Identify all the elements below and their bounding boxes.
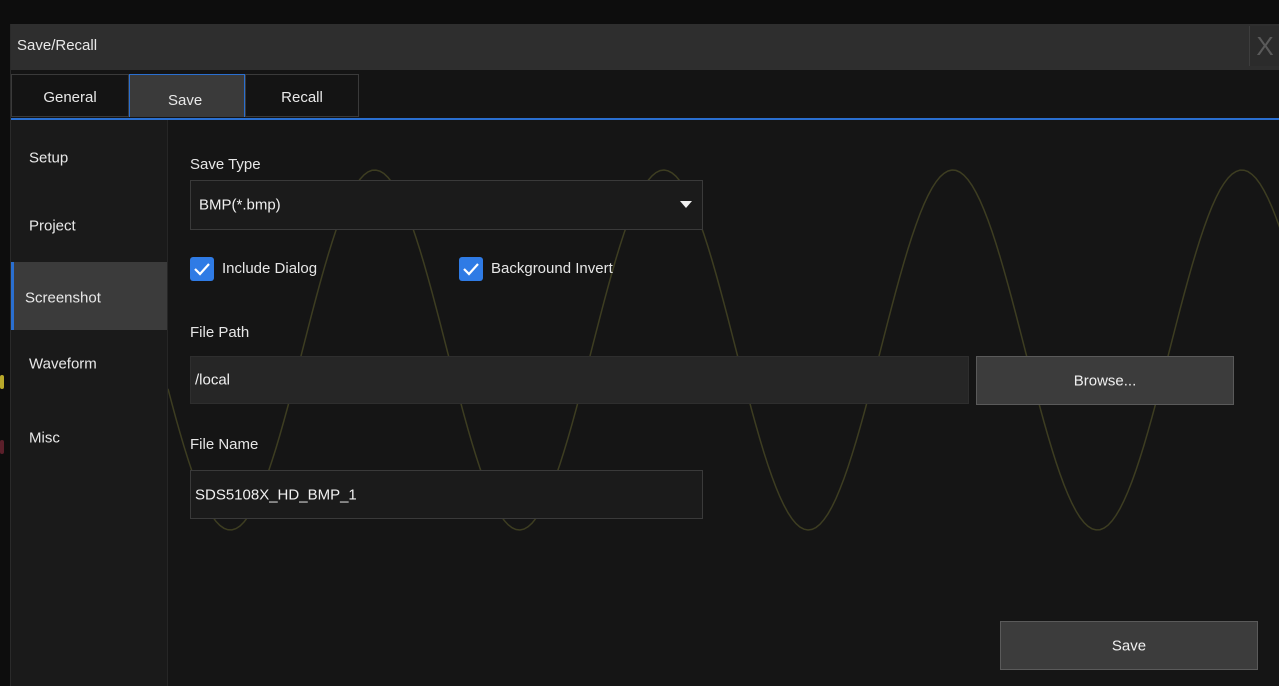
tab-label: Recall — [281, 89, 323, 106]
close-button[interactable]: X — [1249, 26, 1279, 66]
file-name-label: File Name — [190, 436, 259, 453]
tab-label: Save — [168, 92, 203, 109]
file-path-input[interactable]: /local — [190, 356, 969, 404]
sidebar: Setup Project Screenshot Waveform Misc — [11, 120, 168, 686]
close-icon: X — [1256, 31, 1274, 61]
save-label: Save — [1111, 637, 1147, 654]
sidebar-item-misc[interactable]: Misc — [11, 410, 167, 476]
save-type-value: BMP(*.bmp) — [199, 196, 281, 214]
sidebar-item-waveform[interactable]: Waveform — [11, 338, 167, 404]
sidebar-item-setup[interactable]: Setup — [11, 120, 167, 186]
dialog-titlebar: Save/Recall X — [11, 24, 1279, 71]
background-invert-checkbox[interactable] — [459, 257, 483, 281]
checkmark-icon — [463, 263, 479, 276]
tab-save[interactable]: Save — [129, 74, 245, 117]
sidebar-item-label: Misc — [29, 429, 60, 447]
file-name-input[interactable]: SDS5108X_HD_BMP_1 — [190, 470, 703, 519]
chevron-down-icon — [680, 201, 692, 208]
dialog-title: Save/Recall — [17, 37, 98, 54]
save-recall-dialog: Save/Recall X General Save Recall Setup … — [10, 24, 1279, 686]
channel-indicator-red — [0, 440, 4, 454]
sidebar-item-label: Screenshot — [25, 289, 101, 307]
tab-recall[interactable]: Recall — [245, 74, 359, 117]
include-dialog-checkbox[interactable] — [190, 257, 214, 281]
tab-label: General — [43, 89, 97, 106]
browse-button[interactable]: Browse... — [976, 356, 1234, 405]
include-dialog-label[interactable]: Include Dialog — [222, 260, 317, 277]
save-button[interactable]: Save — [1000, 621, 1258, 670]
sidebar-item-label: Project — [29, 217, 76, 235]
save-type-dropdown[interactable]: BMP(*.bmp) — [190, 180, 703, 230]
sidebar-item-screenshot[interactable]: Screenshot — [11, 262, 167, 330]
sidebar-item-project[interactable]: Project — [11, 192, 167, 258]
tab-general[interactable]: General — [11, 74, 129, 117]
file-path-label: File Path — [190, 324, 250, 341]
save-type-label: Save Type — [190, 156, 261, 173]
browse-label: Browse... — [1073, 372, 1137, 389]
channel-indicator-yellow — [0, 375, 4, 389]
background-invert-label[interactable]: Background Invert — [491, 260, 613, 277]
tab-bar: General Save Recall — [11, 70, 1279, 120]
sidebar-item-label: Setup — [29, 149, 69, 167]
file-name-value: SDS5108X_HD_BMP_1 — [195, 486, 357, 503]
file-path-value: /local — [195, 371, 231, 389]
sidebar-item-label: Waveform — [29, 355, 97, 373]
checkmark-icon — [194, 263, 210, 276]
screenshot-settings-panel: Save Type BMP(*.bmp) Include Dialog Back… — [168, 120, 1279, 686]
